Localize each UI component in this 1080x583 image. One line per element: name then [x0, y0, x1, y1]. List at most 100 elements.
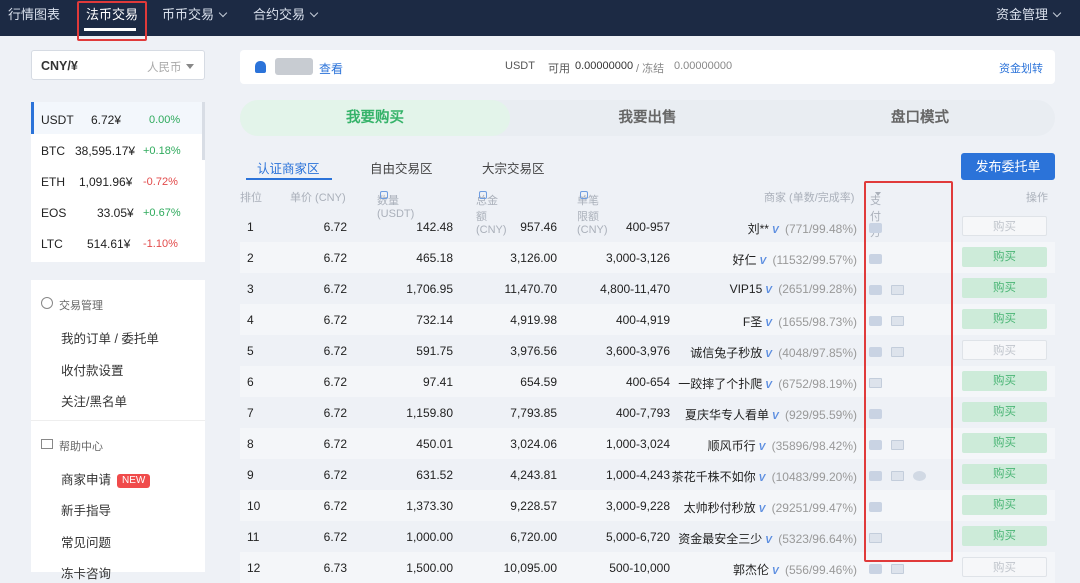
cell-price: 6.72 [323, 313, 347, 327]
verified-icon: V [758, 504, 766, 515]
header-price[interactable]: 单价 (CNY) [290, 189, 346, 205]
rate-symbol: EOS [41, 206, 67, 220]
rate-symbol: USDT [41, 113, 74, 127]
cell-price: 6.73 [323, 561, 347, 575]
cell-merchant[interactable]: 顺风币行 V (35896/98.42%) [708, 437, 857, 454]
menu-merchant-apply[interactable]: 商家申请 NEW [61, 469, 151, 488]
rate-row-ltc[interactable]: LTC 514.61¥ -1.10% [31, 230, 205, 258]
rate-row-btc[interactable]: BTC 38,595.17¥ +0.18% [31, 137, 205, 165]
merchant-stats: (10483/99.20%) [771, 470, 857, 484]
tab-bulk-trade[interactable]: 大宗交易区 [482, 158, 545, 178]
buy-button[interactable]: 购买 [962, 433, 1047, 453]
cell-total: 9,228.57 [510, 499, 557, 513]
buy-button[interactable]: 购买 [962, 216, 1047, 236]
menu-frozen-card[interactable]: 冻卡咨询 [61, 563, 111, 582]
nav-market-chart[interactable]: 行情图表 [8, 0, 60, 36]
menu-faq[interactable]: 常见问题 [61, 532, 111, 551]
merchant-stats: (29251/99.47%) [771, 501, 857, 515]
cell-merchant[interactable]: 太帅秒付秒放 V (29251/99.47%) [684, 499, 857, 516]
menu-payment-settings[interactable]: 收付款设置 [61, 360, 124, 379]
buy-button[interactable]: 购买 [962, 309, 1047, 329]
cell-quantity: 1,000.00 [406, 530, 453, 544]
cell-merchant[interactable]: 诚信兔子秒放 V (4048/97.85%) [690, 344, 857, 361]
cell-total: 4,919.98 [510, 313, 557, 327]
menu-divider [31, 420, 205, 421]
cell-merchant[interactable]: 资金最安全三少 V (5323/96.64%) [678, 530, 857, 547]
tab-certified-merchants[interactable]: 认证商家区 [257, 158, 320, 178]
merchant-stats: (6752/98.19%) [778, 377, 857, 391]
verified-icon: V [759, 256, 767, 267]
cell-rank: 4 [247, 313, 254, 327]
cell-price: 6.72 [323, 530, 347, 544]
buy-button[interactable]: 购买 [962, 340, 1047, 360]
rate-row-eth[interactable]: ETH 1,091.96¥ -0.72% [31, 168, 205, 196]
currency-select[interactable]: CNY/¥ 人民币 [31, 50, 205, 80]
highlight-box-payment-column [864, 181, 953, 562]
rate-row-eos[interactable]: EOS 33.05¥ +0.67% [31, 199, 205, 227]
chevron-down-icon [309, 8, 319, 18]
rate-change: -1.10% [143, 238, 178, 250]
nav-fund-management[interactable]: 资金管理 [996, 0, 1062, 36]
nav-contract-trading[interactable]: 合约交易 [253, 0, 319, 36]
cell-rank: 11 [247, 530, 260, 544]
nav-coin-trading[interactable]: 币币交易 [162, 0, 228, 36]
view-link[interactable]: 查看 [319, 60, 343, 77]
merchant-stats: (556/99.46%) [784, 563, 857, 577]
buy-button[interactable]: 购买 [962, 402, 1047, 422]
merchant-name: F圣 [742, 315, 763, 329]
cell-limit: 500-10,000 [609, 561, 670, 575]
cell-merchant[interactable]: 刘** V (771/99.48%) [748, 220, 857, 237]
header-merchant: 商家 (单数/完成率) [764, 192, 855, 204]
cell-merchant[interactable]: 夏庆华专人看单 V (929/95.59%) [685, 406, 857, 423]
merchant-name: VIP15 [729, 282, 763, 296]
merchant-stats: (11532/99.57%) [772, 253, 857, 267]
rates-list: USDT 6.72¥ 0.00% BTC 38,595.17¥ +0.18% ETH 1,09… [31, 102, 205, 262]
menu-beginner-guide[interactable]: 新手指导 [61, 500, 111, 519]
cell-total: 11,470.70 [504, 282, 558, 296]
buy-button[interactable]: 购买 [962, 464, 1047, 484]
cell-total: 4,243.81 [510, 468, 557, 482]
header-quantity[interactable]: 数量 (USDT) [377, 189, 414, 220]
buy-button[interactable]: 购买 [962, 247, 1047, 267]
cell-price: 6.72 [323, 406, 347, 420]
merchant-name: 诚信兔子秒放 [690, 346, 763, 360]
tab-orderbook[interactable]: 盘口模式 [785, 100, 1055, 136]
publish-order-button[interactable]: 发布委托单 [961, 153, 1055, 180]
buy-button[interactable]: 购买 [962, 371, 1047, 391]
cell-merchant[interactable]: 茶花千株不如你 V (10483/99.20%) [672, 468, 857, 485]
cell-merchant[interactable]: 一跤摔了个扑爬 V (6752/98.19%) [678, 375, 857, 392]
cell-merchant[interactable]: F圣 V (1655/98.73%) [743, 313, 857, 330]
cell-limit: 400-4,919 [615, 313, 670, 327]
cell-merchant[interactable]: VIP15 V (2651/99.28%) [730, 282, 857, 296]
buy-button[interactable]: 购买 [962, 278, 1047, 298]
tab-free-trade[interactable]: 自由交易区 [370, 158, 433, 178]
verified-icon: V [758, 473, 766, 484]
account-bar: 查看 USDT 可用 0.00000000 / 冻结 0.00000000 资金… [240, 50, 1055, 84]
verified-icon: V [771, 225, 779, 236]
cell-total: 3,024.06 [510, 437, 557, 451]
rate-row-usdt[interactable]: USDT 6.72¥ 0.00% [31, 106, 205, 134]
tab-sell[interactable]: 我要出售 [510, 100, 785, 136]
merchant-name: 资金最安全三少 [678, 532, 763, 546]
cell-merchant[interactable]: 好仁 V (11532/99.57%) [732, 251, 857, 268]
buy-button[interactable]: 购买 [962, 526, 1047, 546]
menu-follow-blacklist[interactable]: 关注/黑名单 [61, 391, 127, 410]
available-label: 可用 [548, 63, 570, 75]
header-total[interactable]: 总金额 (CNY) [476, 189, 507, 236]
buy-button[interactable]: 购买 [962, 557, 1047, 577]
verified-icon: V [758, 442, 766, 453]
fund-transfer-link[interactable]: 资金划转 [999, 60, 1043, 76]
merchant-name: 夏庆华专人看单 [684, 408, 769, 422]
cell-total: 654.59 [520, 375, 557, 389]
header-limit[interactable]: 单笔限额 (CNY) [577, 189, 608, 236]
cell-rank: 5 [247, 344, 254, 358]
buy-button[interactable]: 购买 [962, 495, 1047, 515]
cell-rank: 8 [247, 437, 254, 451]
cell-merchant[interactable]: 郭杰伦 V (556/99.46%) [733, 561, 857, 578]
tab-buy[interactable]: 我要购买 [240, 100, 510, 136]
top-navigation-bar: 行情图表 法币交易 币币交易 合约交易 资金管理 [0, 0, 1080, 36]
cell-rank: 10 [247, 499, 261, 513]
gear-icon [41, 297, 53, 309]
cell-quantity: 142.48 [416, 220, 453, 234]
menu-my-orders[interactable]: 我的订单 / 委托单 [61, 328, 159, 347]
